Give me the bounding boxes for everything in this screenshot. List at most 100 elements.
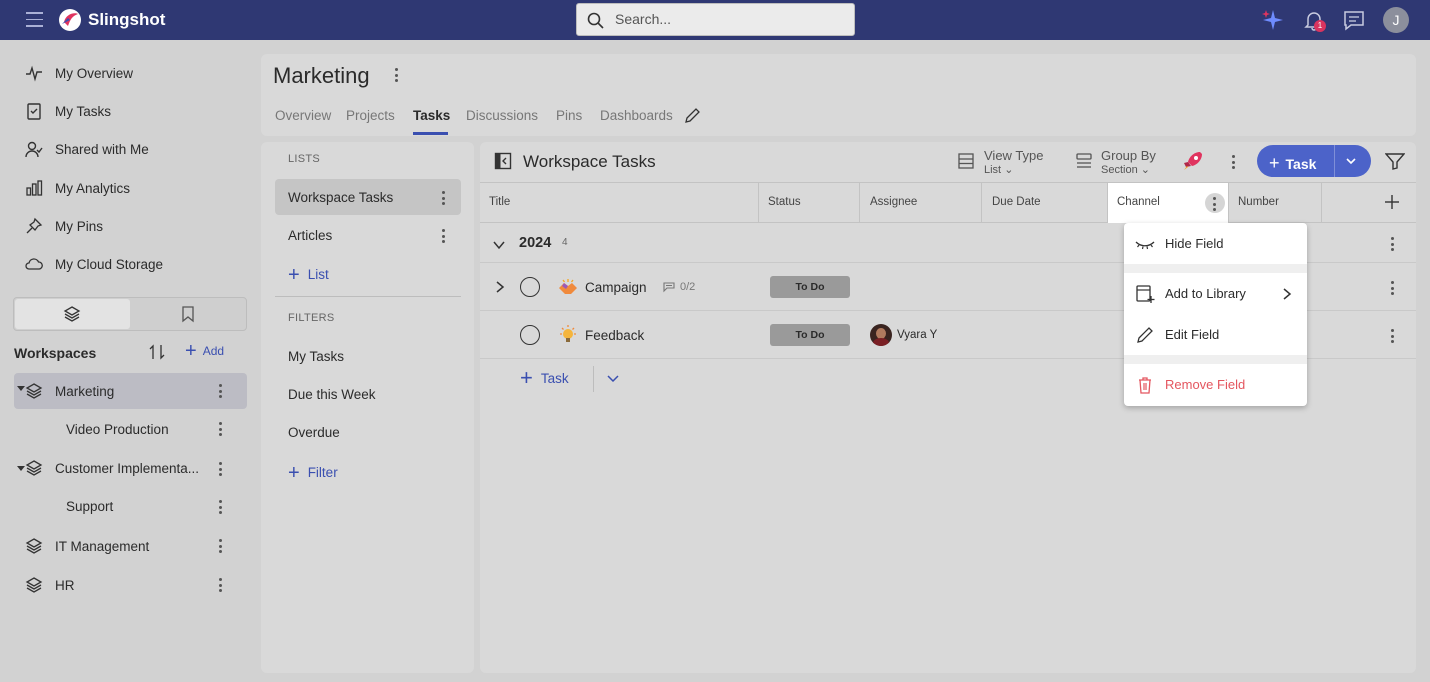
workspace-item-hr[interactable]: HR (14, 567, 247, 603)
add-workspace-button[interactable]: + Add (185, 341, 225, 361)
assignee-name: Vyara Y (897, 329, 938, 341)
filter-item-overdue[interactable]: Overdue (275, 414, 461, 450)
menu-item-add-to-library[interactable]: Add to Library (1124, 275, 1307, 311)
column-header-channel[interactable]: Channel (1117, 196, 1160, 208)
chat-icon[interactable] (1342, 8, 1366, 32)
column-divider (981, 183, 982, 222)
search-box[interactable] (576, 3, 855, 36)
list-item-workspace-tasks[interactable]: Workspace Tasks (275, 179, 461, 215)
cloud-icon (25, 258, 43, 270)
tab-pins[interactable]: Pins (556, 108, 582, 123)
nav-my-pins[interactable]: My Pins (25, 214, 103, 238)
menu-item-edit-field[interactable]: Edit Field (1124, 316, 1307, 352)
add-list-button[interactable]: + List (288, 265, 329, 285)
group-count: 4 (562, 237, 568, 248)
filter-icon[interactable] (1385, 152, 1405, 170)
search-input[interactable] (615, 11, 835, 27)
assignee-avatar[interactable] (870, 324, 892, 346)
group-by-value[interactable]: Section ⌄ (1101, 163, 1150, 176)
view-type-label[interactable]: View Type (984, 149, 1044, 162)
layers-icon (25, 383, 43, 399)
filter-item-my-tasks[interactable]: My Tasks (275, 338, 461, 374)
page-more-options-icon[interactable] (395, 68, 399, 82)
tab-projects[interactable]: Projects (346, 108, 395, 123)
column-header-status[interactable]: Status (768, 196, 801, 208)
nav-my-tasks[interactable]: My Tasks (25, 99, 111, 123)
tab-tasks[interactable]: Tasks (413, 108, 450, 123)
menu-item-hide-field[interactable]: Hide Field (1124, 225, 1307, 261)
tab-overview[interactable]: Overview (275, 108, 331, 123)
group-by-label[interactable]: Group By (1101, 149, 1156, 162)
filter-item-due-this-week[interactable]: Due this Week (275, 376, 461, 412)
row-more-options-icon[interactable] (1391, 281, 1395, 295)
nav-my-cloud-storage[interactable]: My Cloud Storage (25, 252, 163, 276)
bookmark-icon[interactable] (180, 305, 196, 323)
more-options-icon[interactable] (219, 384, 223, 398)
caret-down-icon[interactable] (17, 384, 25, 392)
chevron-right-icon[interactable] (494, 280, 506, 294)
view-type-icon[interactable] (957, 152, 975, 170)
more-options-icon[interactable] (1232, 155, 1236, 169)
row-more-options-icon[interactable] (1391, 329, 1395, 343)
add-filter-button[interactable]: + Filter (288, 463, 338, 483)
nav-my-overview[interactable]: My Overview (25, 61, 133, 85)
column-header-number[interactable]: Number (1238, 196, 1279, 208)
chevron-down-icon[interactable] (492, 238, 506, 252)
task-title[interactable]: Campaign (585, 280, 647, 295)
more-options-icon[interactable] (219, 500, 223, 514)
menu-item-label: Add to Library (1165, 285, 1246, 301)
workspace-item-it-management[interactable]: IT Management (14, 528, 247, 564)
more-options-icon[interactable] (442, 229, 446, 243)
group-more-options-icon[interactable] (1391, 237, 1395, 251)
divider (275, 296, 461, 297)
menu-item-remove-field[interactable]: Remove Field (1124, 366, 1307, 402)
caret-down-icon[interactable] (17, 464, 25, 472)
task-complete-checkbox[interactable] (520, 325, 540, 345)
more-options-icon[interactable] (219, 578, 223, 592)
workspace-item-customer-implementation[interactable]: Customer Implementa... (14, 450, 247, 486)
chevron-down-icon[interactable] (1345, 155, 1357, 167)
hamburger-menu-icon[interactable] (26, 12, 43, 27)
column-header-assignee[interactable]: Assignee (870, 196, 917, 208)
nav-shared-with-me[interactable]: Shared with Me (25, 137, 149, 161)
tab-dashboards[interactable]: Dashboards (600, 108, 673, 123)
column-header-due-date[interactable]: Due Date (992, 196, 1041, 208)
add-column-plus-icon[interactable] (1384, 194, 1400, 210)
more-options-icon[interactable] (219, 422, 223, 436)
sort-icon[interactable] (148, 343, 166, 361)
rocket-icon[interactable] (1182, 150, 1204, 172)
sparkle-ai-icon[interactable] (1261, 8, 1285, 32)
more-options-icon[interactable] (219, 462, 223, 476)
lists-section-label: LISTS (288, 153, 321, 165)
divider (593, 366, 594, 392)
add-task-row-button[interactable]: + Task (520, 367, 569, 389)
workspace-item-support[interactable]: Support (14, 488, 247, 524)
chevron-down-icon[interactable] (606, 373, 620, 385)
status-badge[interactable]: To Do (770, 324, 850, 346)
status-badge[interactable]: To Do (770, 276, 850, 298)
edit-tabs-pencil-icon[interactable] (683, 107, 701, 125)
add-task-button[interactable]: + Task (1257, 145, 1371, 177)
column-header-title[interactable]: Title (489, 196, 510, 208)
menu-separator (1124, 355, 1307, 364)
column-options-button[interactable] (1205, 193, 1225, 213)
more-options-icon[interactable] (442, 191, 446, 205)
collapse-panel-icon[interactable] (494, 152, 512, 170)
filter-label: Due this Week (288, 386, 376, 402)
menu-item-label: Hide Field (1165, 235, 1224, 251)
list-item-articles[interactable]: Articles (275, 217, 461, 253)
nav-label: My Cloud Storage (55, 256, 164, 272)
group-by-icon[interactable] (1075, 152, 1093, 170)
view-type-value[interactable]: List ⌄ (984, 163, 1013, 176)
task-complete-checkbox[interactable] (520, 277, 540, 297)
workspace-label: HR (55, 577, 75, 593)
more-options-icon[interactable] (219, 539, 223, 553)
nav-my-analytics[interactable]: My Analytics (25, 176, 130, 200)
column-divider (1228, 183, 1229, 222)
tab-discussions[interactable]: Discussions (466, 108, 538, 123)
user-avatar[interactable]: J (1383, 7, 1409, 33)
workspace-item-video-production[interactable]: Video Production (14, 411, 247, 447)
workspace-item-marketing[interactable]: Marketing (14, 373, 247, 409)
task-title[interactable]: Feedback (585, 328, 644, 343)
add-workspace-label: Add (202, 344, 225, 358)
